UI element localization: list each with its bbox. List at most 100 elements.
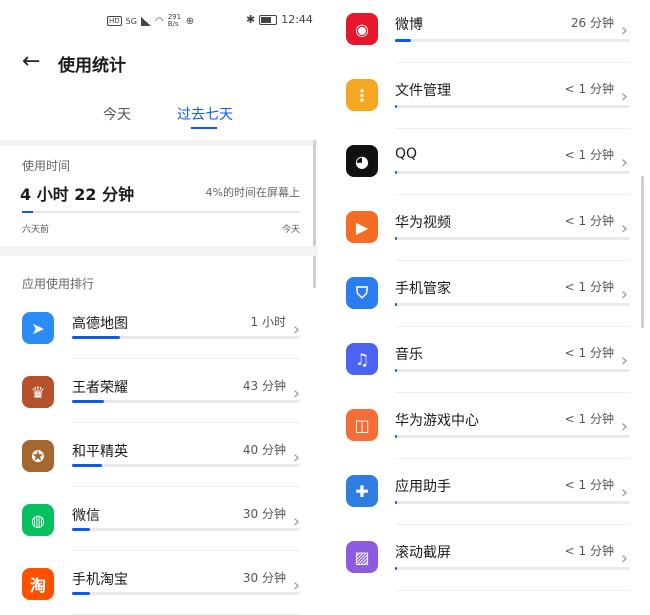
app-usage-row[interactable]: ➤ 高德地图 1 小时 ›: [0, 298, 318, 364]
app-usage-time: 43 分钟: [242, 379, 286, 393]
usage-bar-track: [395, 567, 630, 570]
usage-bar-fill: [395, 237, 398, 240]
chevron-right-icon: ›: [620, 20, 628, 41]
app-usage-time: 30 分钟: [242, 507, 286, 521]
usage-bar-track: [395, 237, 630, 240]
usage-total-time: 4 小时 22 分钟: [20, 185, 135, 204]
amap-icon: ➤: [22, 312, 54, 344]
chevron-right-icon: ›: [620, 482, 628, 503]
app-usage-row[interactable]: 淘手机淘宝 30 分钟 ›: [0, 554, 318, 615]
usage-bar-track: [395, 435, 630, 438]
phone-manager-icon: ⛉: [346, 277, 378, 309]
file-manager-icon: ⋮: [346, 79, 378, 111]
scrollbar-thumb[interactable]: [641, 176, 644, 328]
music-icon: ♫: [346, 343, 378, 375]
usage-bar-fill: [395, 105, 398, 108]
chevron-right-icon: ›: [620, 152, 628, 173]
axis-start-label: 六天前: [22, 225, 50, 235]
usage-bar-fill: [395, 369, 398, 372]
app-usage-row[interactable]: ◉ 微博 26 分钟 ›: [329, 0, 650, 66]
tab-today[interactable]: 今天: [103, 104, 131, 124]
app-usage-row[interactable]: ⋮ 文件管理 < 1 分钟 ›: [329, 66, 650, 132]
row-divider: [72, 486, 300, 487]
row-divider: [395, 194, 630, 195]
tab-selected-indicator: [191, 127, 217, 129]
app-name: 微信: [72, 508, 100, 524]
usage-bar-track: [72, 592, 300, 595]
row-divider: [395, 326, 630, 327]
usage-stats-screen-left: HD 5G ◠ 291 B/s ⊕ ✱ 12:44 ← 使用统计 今天 过去七天…: [0, 0, 318, 615]
app-name: 音乐: [395, 347, 423, 363]
app-assistant-icon: ✚: [346, 475, 378, 507]
app-usage-row[interactable]: ◕ QQ < 1 分钟 ›: [329, 132, 650, 198]
signal-text: 5G: [125, 16, 137, 26]
app-name: 滚动截屏: [395, 545, 451, 561]
usage-progress-track: [22, 211, 300, 213]
app-usage-row[interactable]: ♫ 音乐 < 1 分钟 ›: [329, 330, 650, 396]
app-name: 王者荣耀: [72, 380, 128, 396]
chevron-right-icon: ›: [620, 284, 628, 305]
app-usage-row[interactable]: ◍ 微信 30 分钟 ›: [0, 490, 318, 556]
chevron-right-icon: ›: [620, 548, 628, 569]
app-usage-row[interactable]: ▶ 华为视频 < 1 分钟 ›: [329, 198, 650, 264]
tab-past-seven-days[interactable]: 过去七天: [177, 104, 233, 124]
row-divider: [395, 590, 630, 591]
battery-icon: [259, 14, 278, 25]
app-usage-time: < 1 分钟: [564, 478, 614, 492]
app-usage-row[interactable]: ⛉ 手机管家 < 1 分钟 ›: [329, 264, 650, 330]
screen-time-percent: 4%的时间在屏幕上: [205, 186, 300, 199]
chevron-right-icon: ›: [620, 416, 628, 437]
app-usage-time: < 1 分钟: [564, 412, 614, 426]
usage-bar-fill: [395, 303, 398, 306]
app-name: 手机管家: [395, 281, 451, 297]
divider-band: [0, 140, 318, 146]
row-divider: [395, 392, 630, 393]
nfc-icon: ⊕: [185, 15, 195, 27]
wifi-icon: ◠: [154, 15, 164, 27]
app-usage-row[interactable]: ◫ 华为游戏中心 < 1 分钟 ›: [329, 396, 650, 462]
app-name: 应用助手: [395, 479, 451, 495]
app-usage-time: < 1 分钟: [564, 148, 614, 162]
bluetooth-icon: ✱: [246, 13, 256, 26]
app-usage-row[interactable]: ✚ 应用助手 < 1 分钟 ›: [329, 462, 650, 528]
chevron-right-icon: ›: [620, 218, 628, 239]
app-usage-time: 30 分钟: [242, 571, 286, 585]
app-name: 高德地图: [72, 316, 128, 332]
usage-bar-fill: [72, 400, 104, 403]
row-divider: [395, 62, 630, 63]
app-name: 微博: [395, 17, 423, 33]
back-arrow-icon[interactable]: ←: [22, 50, 40, 74]
game-center-icon: ◫: [346, 409, 378, 441]
usage-bar-fill: [395, 435, 398, 438]
chevron-right-icon: ›: [620, 86, 628, 107]
app-usage-time: < 1 分钟: [564, 544, 614, 558]
app-usage-time: 40 分钟: [242, 443, 286, 457]
row-divider: [395, 260, 630, 261]
usage-bar-fill: [395, 171, 398, 174]
qq-icon: ◕: [346, 145, 378, 177]
app-usage-time: 1 小时: [250, 315, 286, 329]
usage-bar-track: [395, 171, 630, 174]
app-ranking-label: 应用使用排行: [22, 277, 95, 291]
app-usage-time: < 1 分钟: [564, 214, 614, 228]
usage-bar-track: [395, 105, 630, 108]
axis-end-label: 今天: [281, 225, 300, 235]
usage-bar-track: [395, 501, 630, 504]
app-name: 华为视频: [395, 215, 451, 231]
app-name: QQ: [395, 146, 418, 162]
app-usage-row[interactable]: ▨ 滚动截屏 < 1 分钟 ›: [329, 528, 650, 594]
usage-progress-fill: [22, 211, 34, 213]
usage-stats-screen-right: ◉ 微博 26 分钟 › ⋮ 文件管理 < 1 分钟 › ◕ QQ < 1 分钟 › ▶ 华为视频 < 1 …: [329, 0, 650, 615]
peacekeeper-elite-icon: ✪: [22, 440, 54, 472]
usage-bar-fill: [72, 336, 120, 339]
app-usage-row[interactable]: ✪ 和平精英 40 分钟 ›: [0, 426, 318, 492]
app-name: 手机淘宝: [72, 572, 128, 588]
scrollbar-thumb[interactable]: [313, 140, 316, 288]
usage-bar-track: [72, 464, 300, 467]
app-name: 华为游戏中心: [395, 413, 479, 429]
scroll-screenshot-icon: ▨: [346, 541, 378, 573]
row-divider: [72, 358, 300, 359]
usage-bar-track: [395, 39, 630, 42]
app-usage-time: < 1 分钟: [564, 346, 614, 360]
app-usage-row[interactable]: ♛ 王者荣耀 43 分钟 ›: [0, 362, 318, 428]
